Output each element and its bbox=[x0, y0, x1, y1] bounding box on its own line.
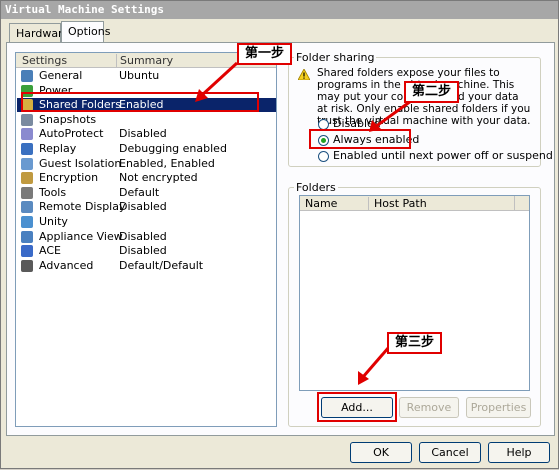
vm-settings-window: Virtual Machine Settings Hardware Option… bbox=[0, 0, 559, 469]
annotation-step-1: 第一步 bbox=[237, 43, 293, 65]
annotation-step-2: 第二步 bbox=[404, 81, 460, 103]
annotation-step-3: 第三步 bbox=[387, 332, 443, 354]
annotation-arrows bbox=[195, 61, 412, 385]
